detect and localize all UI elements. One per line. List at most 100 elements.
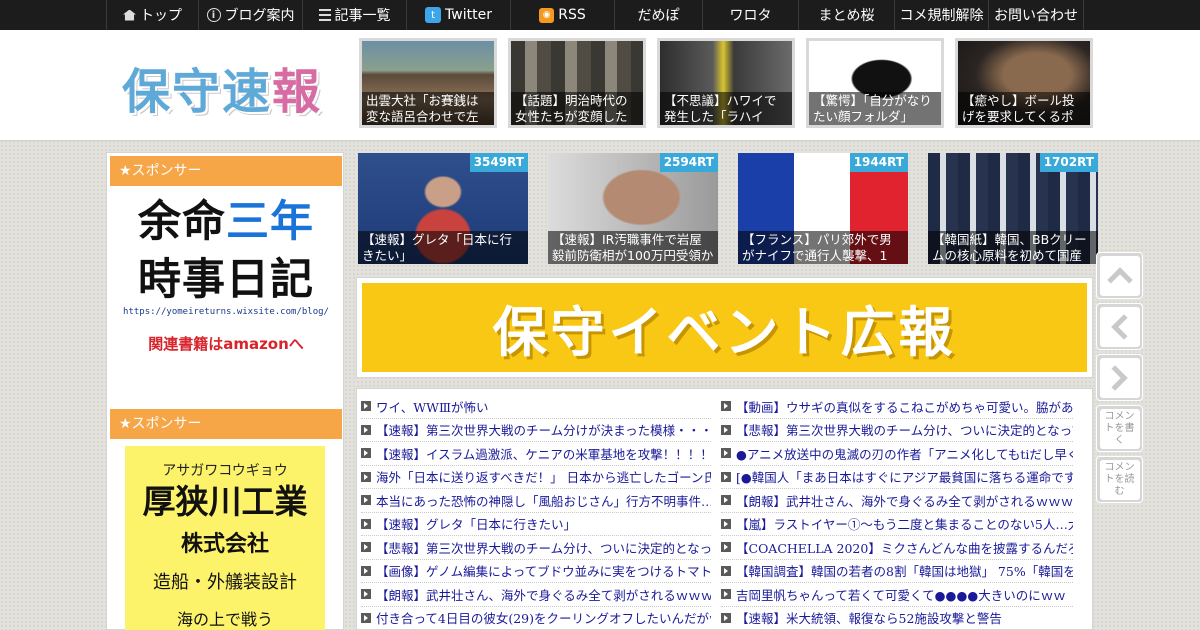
article-caption: 【フランス】パリ郊外で男がナイフで通行人襲撃、1 bbox=[738, 231, 908, 264]
article-list-item[interactable]: 【朗報】武井壮さん、海外で身ぐるみ全て剥がされるｗｗｗｗ bbox=[361, 583, 711, 607]
ad-company-name: 厚狭川工業 bbox=[142, 482, 308, 521]
bullet-arrow-icon bbox=[721, 542, 731, 553]
article-list-item[interactable]: 【韓国調査】韓国の若者の8割「韓国は地獄」 75%「韓国を bbox=[721, 560, 1073, 583]
ad-title-part: 余命 bbox=[138, 197, 226, 247]
bullet-arrow-icon bbox=[361, 471, 371, 482]
article-list-item[interactable]: ●アニメ放送中の鬼滅の刃の作者「アニメ化してもtiだし早く bbox=[721, 442, 1073, 466]
article-link[interactable]: ●アニメ放送中の鬼滅の刃の作者「アニメ化してもtiだし早く bbox=[736, 444, 1073, 463]
article-link[interactable]: 【画像】ゲノム編集によってブドウ並みに実をつけるトマトが bbox=[376, 561, 711, 580]
bullet-arrow-icon bbox=[361, 612, 371, 623]
article-list-item[interactable]: 吉岡里帆ちゃんって若くて可愛くて●●●●大きいのにｗｗ bbox=[721, 583, 1073, 607]
sidebar: ★スポンサー 余命三年 時事日記 https://yomeireturns.wi… bbox=[106, 152, 344, 630]
article-list-item[interactable]: [●韓国人「まあ日本はすぐにアジア最貧国に落ちる運命です」 bbox=[721, 466, 1073, 489]
article-link[interactable]: 【朗報】武井壮さん、海外で身ぐるみ全て剥がされるｗｗｗｗ bbox=[376, 585, 711, 604]
header-thumbnail[interactable]: 【話題】明治時代の女性たちが変顔した bbox=[508, 38, 646, 128]
info-icon: i bbox=[206, 8, 221, 22]
header-thumbnail[interactable]: 出雲大社「お賽銭は変な語呂合わせで左 bbox=[359, 38, 497, 128]
nav-item-top[interactable]: トップ bbox=[106, 0, 198, 30]
article-link[interactable]: 【速報】米大統領、報復なら52施設攻撃と警告 bbox=[736, 608, 1002, 627]
article-link[interactable]: 【速報】第三次世界大戦のチーム分けが決まった模様・・・・ bbox=[376, 420, 711, 439]
sponsor-ad-yomei[interactable]: 余命三年 時事日記 https://yomeireturns.wixsite.c… bbox=[110, 193, 342, 383]
logo-text-b: 速 bbox=[222, 64, 273, 120]
bullet-arrow-icon bbox=[361, 401, 371, 412]
article-link[interactable]: [●韓国人「まあ日本はすぐにアジア最貧国に落ちる運命です」 bbox=[736, 467, 1073, 486]
article-link[interactable]: 【速報】イスラム過激派、ケニアの米軍基地を攻撃！！！！！ bbox=[376, 444, 711, 463]
nav-item-twitter[interactable]: t Twitter bbox=[406, 0, 510, 30]
popular-article-card[interactable]: 1944RT 【フランス】パリ郊外で男がナイフで通行人襲撃、1 bbox=[738, 153, 908, 264]
bullet-arrow-icon bbox=[361, 518, 371, 529]
bullet-arrow-icon bbox=[361, 424, 371, 435]
popular-article-card[interactable]: 2594RT 【速報】IR汚職事件で岩屋毅前防衛相が100万円受領か bbox=[548, 153, 718, 264]
article-link[interactable]: 吉岡里帆ちゃんって若くて可愛くて●●●●大きいのにｗｗ bbox=[736, 585, 1066, 604]
nav-item-comment-unblock[interactable]: コメ規制解除 bbox=[894, 0, 988, 30]
site-logo[interactable]: 保守速報 bbox=[122, 52, 322, 122]
floating-side-buttons: コメントを書く コメントを読む bbox=[1096, 252, 1146, 507]
article-list-item[interactable]: 付き合って4日目の彼女(29)をクーリングオフしたいんだがｗｗ bbox=[361, 607, 711, 630]
popular-article-card[interactable]: 3549RT 【速報】グレタ「日本に行きたい」 bbox=[358, 153, 528, 264]
button-face: コメントを書く bbox=[1099, 408, 1140, 449]
nav-item-damepo[interactable]: だめぽ bbox=[614, 0, 702, 30]
header-thumbnail[interactable]: 【驚愕】「自分がなりたい顔フォルダ」 bbox=[806, 38, 944, 128]
article-list-item[interactable]: 【朗報】武井壮さん、海外で身ぐるみ全て剥がされるｗｗｗｗ bbox=[721, 489, 1073, 513]
nav-item-contact[interactable]: お問い合わせ bbox=[988, 0, 1084, 30]
article-link[interactable]: 【朗報】武井壮さん、海外で身ぐるみ全て剥がされるｗｗｗｗ bbox=[736, 491, 1073, 510]
nav-item-article-list[interactable]: 記事一覧 bbox=[302, 0, 406, 30]
article-link[interactable]: 【速報】グレタ「日本に行きたい」 bbox=[376, 514, 576, 533]
popular-article-card[interactable]: 1702RT 【韓国紙】韓国、BBクリームの核心原料を初めて国産 bbox=[928, 153, 1098, 264]
article-list-item[interactable]: 海外「日本に送り返すべきだ！」 日本から逃亡したゴーン氏に bbox=[361, 466, 711, 489]
article-list-item[interactable]: 【悲報】第三次世界大戦のチーム分け、ついに決定的となって bbox=[721, 419, 1073, 442]
header-thumbnail[interactable]: 【癒やし】ボール投げを要求してくるポ bbox=[955, 38, 1093, 128]
article-list-item[interactable]: 【嵐】ラストイヤー①～もう二度と集まることのない5人…大 bbox=[721, 513, 1073, 536]
article-link[interactable]: 【韓国調査】韓国の若者の8割「韓国は地獄」 75%「韓国を bbox=[736, 561, 1073, 580]
scroll-top-button[interactable] bbox=[1096, 252, 1143, 299]
read-comment-button[interactable]: コメントを読む bbox=[1096, 456, 1143, 503]
article-list-item[interactable]: 【速報】第三次世界大戦のチーム分けが決まった模様・・・・ bbox=[361, 419, 711, 442]
article-list-item[interactable]: 【速報】グレタ「日本に行きたい」 bbox=[361, 513, 711, 536]
article-link[interactable]: 【動画】ウサギの真似をするこねこがめちゃ可愛い。脇があま bbox=[736, 397, 1073, 416]
sponsor-ad-asagawa[interactable]: アサガワコウギョウ 厚狭川工業 株式会社 造船・外艤装設計 海の上で戦う bbox=[125, 446, 325, 630]
nav-item-warota[interactable]: ワロタ bbox=[702, 0, 798, 30]
bullet-arrow-icon bbox=[721, 518, 731, 529]
nav-label: お問い合わせ bbox=[994, 8, 1078, 24]
nav-item-matome-sakura[interactable]: まとめ桜 bbox=[798, 0, 894, 30]
article-link[interactable]: 付き合って4日目の彼女(29)をクーリングオフしたいんだがｗｗ bbox=[376, 608, 711, 627]
previous-article-button[interactable] bbox=[1096, 303, 1143, 350]
article-list-item[interactable]: 【画像】ゲノム編集によってブドウ並みに実をつけるトマトが bbox=[361, 560, 711, 583]
sponsor-heading: ★スポンサー bbox=[110, 156, 342, 186]
article-link[interactable]: 本当にあった恐怖の神隠し「風船おじさん」行方不明事件…海 bbox=[376, 491, 711, 510]
site-header: 保守速報 出雲大社「お賽銭は変な語呂合わせで左 【話題】明治時代の女性たちが変顔… bbox=[0, 30, 1200, 141]
article-list-box: ワイ、WWⅢが怖い 【速報】第三次世界大戦のチーム分けが決まった模様・・・・ 【速報… bbox=[356, 388, 1093, 630]
article-link[interactable]: ワイ、WWⅢが怖い bbox=[376, 397, 489, 416]
top-navigation-bar: トップ i ブログ案内 記事一覧 t Twitter ◉ RSS だめぽ ワロタ… bbox=[0, 0, 1200, 30]
header-thumbnail[interactable]: 【不思議】ハワイで発生した「ラハイ bbox=[657, 38, 795, 128]
article-list-item[interactable]: 【速報】米大統領、報復なら52施設攻撃と警告 bbox=[721, 607, 1073, 630]
bullet-arrow-icon bbox=[721, 424, 731, 435]
ad-title-line-2: 時事日記 bbox=[138, 255, 314, 305]
article-link[interactable]: 【悲報】第三次世界大戦のチーム分け、ついに決定的となって bbox=[736, 420, 1073, 439]
nav-item-blog-guide[interactable]: i ブログ案内 bbox=[198, 0, 302, 30]
event-banner[interactable]: 保守イベント広報 bbox=[356, 277, 1093, 378]
ad-amazon-link[interactable]: 関連書籍はamazonへ bbox=[110, 333, 342, 354]
nav-item-rss[interactable]: ◉ RSS bbox=[510, 0, 614, 30]
article-link[interactable]: 【悲報】第三次世界大戦のチーム分け、ついに決定的となって bbox=[376, 538, 711, 557]
button-face bbox=[1099, 255, 1140, 296]
article-list-item[interactable]: ワイ、WWⅢが怖い bbox=[361, 395, 711, 419]
thumbnail-caption: 出雲大社「お賽銭は変な語呂合わせで左 bbox=[362, 92, 494, 125]
article-link[interactable]: 海外「日本に送り返すべきだ！」 日本から逃亡したゴーン氏に bbox=[376, 467, 711, 486]
article-list-item[interactable]: 【COACHELLA 2020】ミクさんどんな曲を披露するんだろうね bbox=[721, 536, 1073, 560]
bullet-arrow-icon bbox=[721, 565, 731, 576]
article-list-item[interactable]: 【動画】ウサギの真似をするこねこがめちゃ可愛い。脇があま bbox=[721, 395, 1073, 419]
article-list-item[interactable]: 本当にあった恐怖の神隠し「風船おじさん」行方不明事件…海 bbox=[361, 489, 711, 513]
article-list-item[interactable]: 【速報】イスラム過激派、ケニアの米軍基地を攻撃！！！！！ bbox=[361, 442, 711, 466]
article-link[interactable]: 【COACHELLA 2020】ミクさんどんな曲を披露するんだろうね bbox=[736, 538, 1073, 557]
article-list-item[interactable]: 【悲報】第三次世界大戦のチーム分け、ついに決定的となって bbox=[361, 536, 711, 560]
bullet-arrow-icon bbox=[361, 448, 371, 459]
nav-label: ワロタ bbox=[729, 8, 772, 24]
next-article-button[interactable] bbox=[1096, 354, 1143, 401]
read-comment-label: コメントを読む bbox=[1104, 461, 1135, 497]
logo-text-c: 報 bbox=[272, 64, 323, 120]
write-comment-button[interactable]: コメントを書く bbox=[1096, 405, 1143, 452]
article-list-right: 【動画】ウサギの真似をするこねこがめちゃ可愛い。脇があま 【悲報】第三次世界大戦の… bbox=[721, 395, 1073, 630]
bullet-arrow-icon bbox=[361, 589, 371, 600]
article-link[interactable]: 【嵐】ラストイヤー①～もう二度と集まることのない5人…大 bbox=[736, 514, 1073, 533]
